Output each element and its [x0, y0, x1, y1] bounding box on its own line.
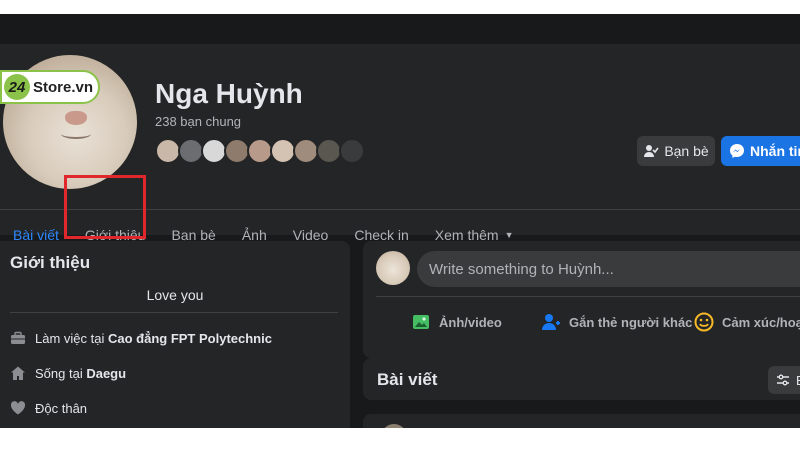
messenger-icon: [730, 144, 744, 158]
posts-title: Bài viết: [377, 370, 438, 389]
mutual-friends-count[interactable]: 238 bạn chung: [155, 114, 241, 129]
posts-header-card: Bài viết B: [363, 358, 800, 400]
work-place-link[interactable]: Cao đẳng FPT Polytechnic: [108, 331, 272, 346]
lives-prefix: Sống tại: [35, 365, 87, 381]
feeling-activity-label: Cảm xúc/hoạt: [722, 314, 800, 330]
photo-icon: [413, 315, 429, 329]
watermark-text: Store.vn: [33, 78, 94, 96]
filter-sliders-icon: [777, 374, 789, 386]
tag-people-icon: [542, 314, 560, 330]
feeling-activity-button[interactable]: Cảm xúc/hoạt: [694, 312, 800, 332]
top-bar: [0, 14, 800, 44]
heart-icon: [10, 401, 26, 415]
tag-people-button[interactable]: Gắn thẻ người khác: [541, 312, 692, 332]
work-prefix: Làm việc tại: [35, 330, 108, 346]
post-card: [363, 414, 800, 428]
profile-name: Nga Huỳnh: [155, 78, 303, 109]
intro-work-row: Làm việc tại Cao đẳng FPT Polytechnic: [10, 330, 272, 346]
intro-title: Giới thiệu: [10, 253, 91, 272]
friend-check-icon: [644, 145, 659, 157]
write-post-input[interactable]: Write something to Huỳnh...: [417, 251, 800, 287]
tag-people-label: Gắn thẻ người khác: [569, 314, 693, 330]
photo-video-label: Ảnh/video: [439, 314, 502, 330]
about-tab-highlight-box: [64, 175, 146, 239]
mutual-friend-avatar[interactable]: [339, 138, 365, 164]
intro-card: Giới thiệu Love you Làm việc tại Cao đẳn…: [0, 241, 350, 428]
intro-work-text: Làm việc tại Cao đẳng FPT Polytechnic: [35, 331, 272, 346]
photo-video-button[interactable]: Ảnh/video: [411, 312, 502, 332]
message-button[interactable]: Nhắn tin: [721, 136, 800, 166]
watermark-badge: 24: [4, 74, 30, 100]
lives-place-link[interactable]: Daegu: [86, 366, 126, 381]
filters-button[interactable]: B: [768, 366, 800, 394]
home-icon: [11, 366, 25, 380]
composer-actions: Ảnh/video Gắn thẻ người khác Cảm xúc/hoạ…: [363, 301, 800, 343]
friends-button[interactable]: Bạn bè: [637, 136, 715, 166]
avatar-cat-nose: [65, 111, 87, 125]
intro-relationship-row: Độc thân: [10, 400, 87, 416]
composer-divider: [376, 296, 800, 297]
facebook-profile-screen: 24 Store.vn Nga Huỳnh 238 bạn chung Bạn …: [0, 14, 800, 428]
intro-lives-row: Sống tại Daegu: [10, 365, 126, 381]
friends-button-label: Bạn bè: [664, 143, 709, 159]
smiley-icon: [694, 312, 714, 332]
composer-avatar[interactable]: [376, 251, 410, 285]
caret-down-icon: ▼: [504, 229, 514, 240]
post-composer: Write something to Huỳnh... Ảnh/video Gắ…: [363, 241, 800, 358]
intro-lives-text: Sống tại Daegu: [35, 366, 126, 381]
filters-label: B: [796, 373, 800, 388]
intro-bio: Love you: [146, 287, 204, 303]
intro-divider: [10, 312, 338, 313]
mutual-friend-avatars: [155, 138, 365, 164]
store-watermark-logo: 24 Store.vn: [0, 70, 100, 104]
intro-relationship-text: Độc thân: [35, 400, 88, 416]
avatar-cat-mouth: [61, 129, 91, 139]
briefcase-icon: [11, 331, 25, 344]
message-button-label: Nhắn tin: [750, 143, 800, 159]
post-author-avatar[interactable]: [381, 424, 407, 428]
